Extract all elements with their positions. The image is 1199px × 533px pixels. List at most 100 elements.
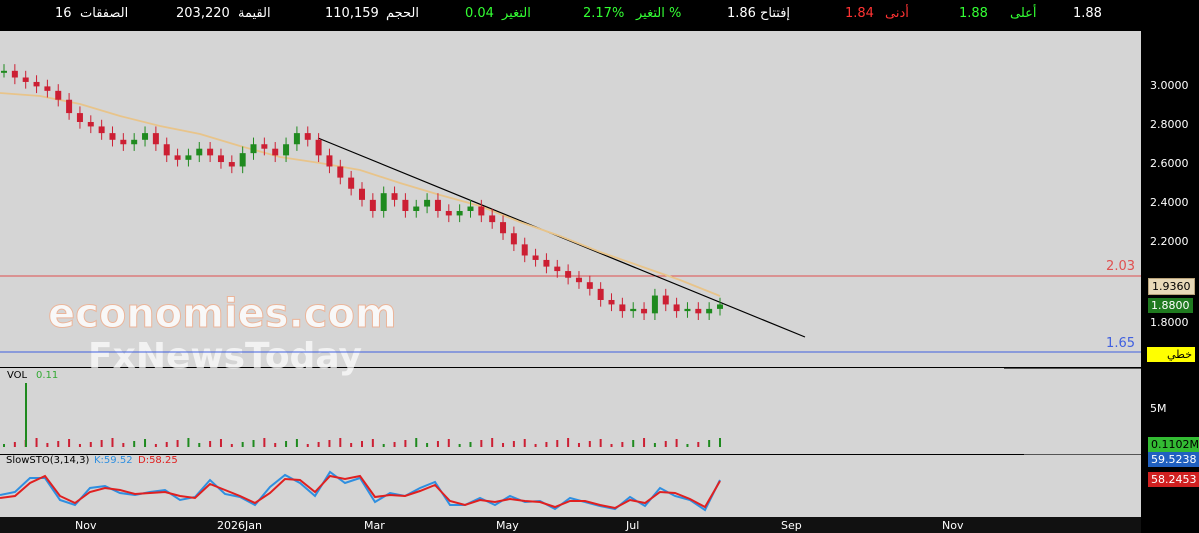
candle-body [207,148,214,156]
candle-body [684,308,691,312]
candle-body [337,166,344,178]
candle-body [673,304,680,312]
volume-bar [361,441,363,447]
candle-body [510,233,517,245]
candle-body [619,304,626,312]
price-tick: 2.4000 [1150,196,1189,209]
volume-bar [317,442,320,447]
volume-bar [588,441,591,447]
candle-body [717,304,723,309]
candle-body [98,126,105,134]
x-tick: 2026Jan [217,519,262,532]
volume-bar [263,438,266,447]
volume-bar [350,443,353,447]
candle-body [391,193,398,200]
candle-body [706,308,713,314]
volume-bar [252,440,255,447]
volume-bar [68,439,71,447]
volume-axis-tick: 5M [1150,402,1167,415]
volume-bar [176,440,179,447]
volume-bar [469,442,472,447]
candle-body [315,139,322,156]
candle-body [76,113,83,122]
volume-bar [415,438,418,447]
volume-value-badge: 0.1102M [1148,437,1199,452]
volume-bar [534,444,537,447]
price-chart[interactable]: economies.com FxNewsToday 2.03 1.65 3.00… [0,0,1199,533]
candle-body [500,222,507,234]
volume-bar [610,444,613,447]
volume-bar [708,440,711,447]
chart-mode-button[interactable]: خطي [1147,347,1195,362]
candle-body [402,199,409,211]
candle-body [33,81,40,87]
x-tick: Jul [625,519,639,532]
candle-body [66,99,73,114]
volume-bar [187,438,190,447]
candle-body [87,121,94,127]
volume-bar [46,443,49,447]
volume-bar [198,443,201,447]
x-tick: Sep [781,519,802,532]
volume-bar [165,442,168,447]
stochastic-d-badge: 58.2453 [1148,472,1199,487]
volume-bar [556,440,559,447]
volume-bar [599,439,602,447]
volume-bar [382,444,385,447]
candle-body [369,199,376,211]
candle-body [445,210,452,216]
candle-body [554,266,561,272]
candle-body [651,295,658,314]
candle-body [413,206,420,211]
volume-bar [447,439,450,447]
last-price-badge: 1.8800 [1148,298,1193,313]
candle-body [217,155,224,163]
candle-body [348,177,355,189]
volume-bar [491,438,494,447]
volume-bar [719,438,721,447]
candle-body [163,144,170,156]
volume-bar [393,442,396,447]
volume-bar [502,443,505,447]
volume-bar [122,443,125,447]
volume-bar [25,383,27,447]
volume-pane [0,368,1141,454]
candle-body [424,199,431,207]
stochastic-label: SlowSTO(3,14,3) [6,455,89,466]
volume-bar [458,444,461,447]
volume-bar [371,439,374,447]
candle-body [131,139,138,145]
volume-bar [632,440,635,447]
candle-body [22,77,29,82]
candle-body [467,206,474,211]
volume-bar [545,442,548,447]
candle-body [142,133,149,140]
x-tick: May [496,519,519,532]
candle-body [597,288,604,300]
volume-bar [480,440,483,447]
volume-bar [306,444,309,447]
candle-body [250,144,257,154]
volume-label: VOL [7,370,28,381]
candle-body [44,86,51,91]
candle-body [489,215,496,223]
candle-body [565,271,572,278]
stochastic-k-badge: 59.5238 [1148,452,1199,467]
candle-body [695,308,702,314]
candle-body [228,162,235,167]
volume-bar [621,442,624,447]
candle-body [380,193,387,211]
volume-bar [697,442,700,447]
volume-bar [241,442,244,447]
volume-bar [404,440,407,447]
x-tick: Nov [942,519,964,532]
candle-body [120,139,127,145]
volume-bar [133,441,136,447]
volume-bar [100,440,103,447]
volume-bar [57,441,60,447]
candle-body [1,70,7,73]
candle-body [521,244,528,256]
volume-bar [664,441,667,447]
candle-body [575,277,582,283]
x-tick: Nov [75,519,97,532]
